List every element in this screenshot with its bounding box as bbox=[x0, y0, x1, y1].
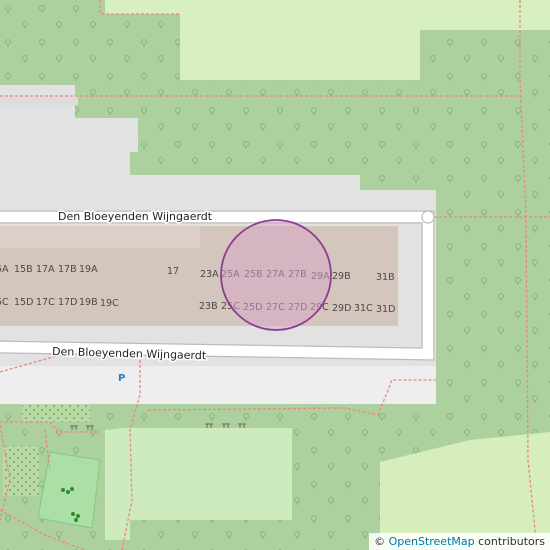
osm-link[interactable]: OpenStreetMap bbox=[389, 535, 475, 548]
address-label: 17B bbox=[58, 264, 77, 275]
address-label: 31C bbox=[354, 303, 373, 314]
address-label: 5A bbox=[0, 264, 9, 275]
address-label: 29D bbox=[332, 303, 351, 314]
address-label: 19A bbox=[79, 264, 98, 275]
attribution-suffix: contributors bbox=[474, 535, 545, 548]
address-label: 31D bbox=[376, 304, 395, 315]
location-marker-circle[interactable] bbox=[220, 219, 332, 331]
map-canvas[interactable]: 5A15B17A17B19A1723A25A25B27A27B29A29B31B… bbox=[0, 0, 550, 550]
address-label: 19B bbox=[79, 297, 98, 308]
parking-label: P bbox=[118, 373, 125, 384]
address-label: 17C bbox=[36, 297, 55, 308]
map-attribution: © OpenStreetMap contributors bbox=[369, 533, 550, 550]
meadow-area bbox=[105, 0, 180, 14]
address-label: 17 bbox=[167, 266, 179, 277]
parking-strip bbox=[0, 366, 436, 404]
address-label: 29B bbox=[332, 271, 351, 282]
road-end bbox=[421, 210, 435, 224]
address-label: 5C bbox=[0, 297, 9, 308]
address-label: 23B bbox=[199, 301, 218, 312]
address-label: 15D bbox=[14, 297, 33, 308]
street-label: Den Bloeyenden Wijngaerdt bbox=[58, 210, 213, 223]
attribution-prefix: © bbox=[374, 535, 389, 548]
address-label: 19C bbox=[100, 298, 119, 309]
building bbox=[0, 226, 200, 248]
address-label: 17D bbox=[58, 297, 77, 308]
address-label: 31B bbox=[376, 272, 395, 283]
address-label: 23A bbox=[200, 269, 219, 280]
address-label: 15B bbox=[14, 264, 33, 275]
address-label: 17A bbox=[36, 264, 55, 275]
